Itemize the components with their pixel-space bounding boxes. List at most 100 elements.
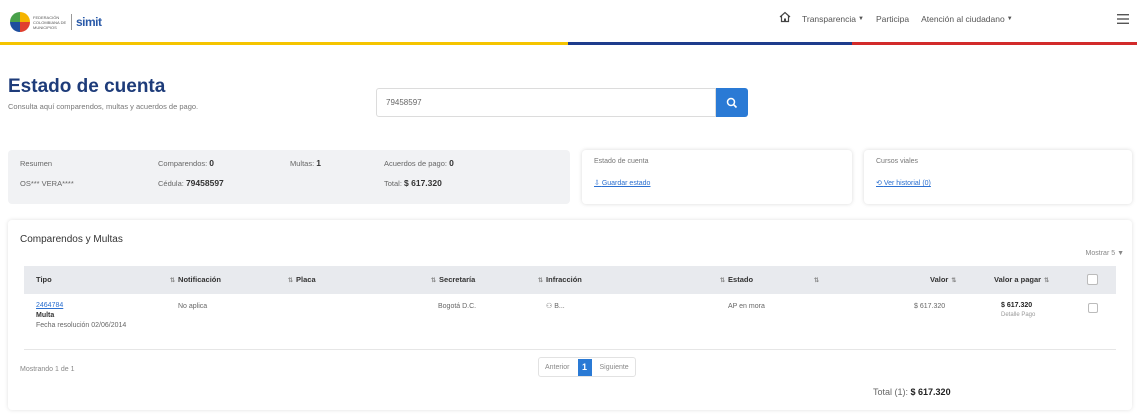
simit-logo[interactable]: FEDERACIÓN COLOMBIANA DE MUNICIPIOS simi…	[10, 12, 102, 32]
col-placa[interactable]: ⇅ Placa	[288, 275, 316, 284]
cedula-summary: Cédula: 79458597	[158, 178, 224, 188]
guardar-estado-text: Guardar estado	[601, 180, 651, 187]
masked-name: OS*** VERA****	[20, 179, 74, 188]
row-fecha: Fecha resolución 02/06/2014	[36, 322, 127, 329]
total-label: Total:	[384, 179, 402, 188]
nav-participa[interactable]: Participa	[876, 14, 909, 24]
guardar-estado-link[interactable]: ⇩ Guardar estado	[594, 179, 650, 187]
col-valor[interactable]: Valor ⇅	[930, 275, 959, 284]
estado-cuenta-label: Estado de cuenta	[594, 158, 649, 165]
col-valor-pagar[interactable]: Valor a pagar ⇅	[994, 275, 1052, 284]
page-size-select[interactable]: Mostrar 5 ▼	[1086, 250, 1124, 257]
row-valor: $ 617.320	[914, 303, 946, 310]
top-navbar: FEDERACIÓN COLOMBIANA DE MUNICIPIOS simi…	[0, 0, 1137, 42]
caret-down-icon: ▼	[1006, 16, 1013, 22]
col-valor-pagar-label: Valor a pagar	[994, 275, 1042, 284]
prev-page-button[interactable]: Anterior	[545, 364, 570, 371]
comparendo-id-link[interactable]: 2464784	[36, 302, 63, 309]
col-placa-label: Placa	[296, 275, 316, 284]
showing-count: Mostrando 1 de 1	[20, 366, 75, 373]
nav-atencion[interactable]: Atención al ciudadano ▼	[921, 14, 1013, 24]
resumen-label: Resumen	[20, 159, 53, 168]
table-header: Tipo ⇅ Notificación ⇅ Placa ⇅ Secretaría ⇅ I…	[24, 266, 1116, 294]
row-valor-pagar: $ 617.320	[1001, 302, 1033, 309]
col-tipo[interactable]: Tipo	[36, 275, 52, 284]
stripe-red	[852, 42, 1137, 45]
cursos-viales-label: Cursos viales	[876, 158, 919, 165]
select-all-checkbox[interactable]	[1087, 274, 1098, 285]
table-row: 2464784 Multa Fecha resolución 02/06/201…	[24, 294, 1116, 350]
stripe-blue	[568, 42, 852, 45]
col-estado-label: Estado	[728, 275, 754, 284]
comparendos-label: Comparendos:	[158, 159, 208, 168]
pagination: Anterior 1 Siguiente	[538, 357, 636, 377]
total-value: $ 617.320	[404, 178, 442, 188]
menu-icon[interactable]	[1116, 13, 1130, 25]
col-estado[interactable]: ⇅ Estado	[720, 275, 753, 284]
sort-icon: ⇅	[538, 278, 544, 284]
cedula-label: Cédula:	[158, 179, 184, 188]
col-secretaria[interactable]: ⇅ Secretaría	[431, 275, 475, 284]
row-infraccion[interactable]: ⚇ B...	[546, 302, 565, 310]
acuerdos-label: Acuerdos de pago:	[384, 159, 447, 168]
home-icon[interactable]	[778, 10, 792, 24]
nav-transparencia-label: Transparencia	[802, 14, 857, 24]
search-bar	[376, 88, 748, 117]
federation-emblem-icon	[10, 12, 30, 32]
row-notificacion: No aplica	[178, 303, 208, 310]
footer-total: Total (1): $ 617.320	[873, 387, 951, 397]
logo-divider	[71, 14, 72, 30]
multas-label: Multas:	[290, 159, 315, 168]
multas-summary: Multas: 1	[290, 158, 321, 168]
multas-count: 1	[316, 158, 322, 168]
person-icon: ⚇	[546, 303, 555, 310]
row-checkbox[interactable]	[1088, 303, 1098, 313]
row-infraccion-text: B...	[554, 303, 565, 310]
nav-atencion-label: Atención al ciudadano	[921, 14, 1005, 24]
next-page-button[interactable]: Siguiente	[600, 364, 629, 371]
footer-total-value: $ 617.320	[910, 387, 951, 397]
cedula-value: 79458597	[185, 178, 224, 188]
sort-icon: ⇅	[951, 278, 957, 284]
col-infraccion[interactable]: ⇅ Infracción	[538, 275, 582, 284]
flag-stripes	[0, 42, 1137, 45]
search-icon	[726, 97, 738, 108]
detalle-pago-link[interactable]: Detalle Pago	[1001, 312, 1035, 318]
col-notificacion[interactable]: ⇅ Notificación	[170, 275, 221, 284]
page-1-button[interactable]: 1	[577, 358, 592, 376]
nav-transparencia[interactable]: Transparencia ▼	[802, 14, 864, 24]
section-title: Comparendos y Multas	[20, 234, 123, 245]
col-secretaria-label: Secretaría	[439, 275, 476, 284]
search-button[interactable]	[716, 88, 748, 117]
comparendos-summary: Comparendos: 0	[158, 158, 214, 168]
cursos-viales-card: Cursos viales ⟲ Ver historial (0)	[864, 150, 1132, 204]
sort-icon: ⇅	[288, 278, 294, 284]
acuerdos-count: 0	[449, 158, 454, 168]
ver-historial-link[interactable]: ⟲ Ver historial (0)	[876, 179, 931, 187]
nav-participa-label: Participa	[875, 14, 910, 24]
download-icon: ⇩	[594, 180, 602, 187]
col-notificacion-label: Notificación	[178, 275, 221, 284]
search-input[interactable]	[376, 88, 716, 117]
page-subtitle: Consulta aquí comparendos, multas y acue…	[8, 102, 199, 111]
comparendos-multas-section: Comparendos y Multas Mostrar 5 ▼ Tipo ⇅ N…	[8, 220, 1132, 410]
sort-icon: ⇅	[814, 278, 820, 284]
sort-icon: ⇅	[170, 278, 176, 284]
row-estado: AP en mora	[728, 303, 765, 310]
acuerdos-summary: Acuerdos de pago: 0	[384, 158, 454, 168]
logo-text: FEDERACIÓN COLOMBIANA DE MUNICIPIOS	[33, 14, 67, 30]
comparendos-count: 0	[209, 158, 215, 168]
sort-icon: ⇅	[431, 278, 437, 284]
caret-down-icon: ▼	[858, 16, 864, 22]
summary-panel: Resumen OS*** VERA**** Comparendos: 0 Cé…	[8, 150, 570, 204]
history-icon: ⟲	[876, 180, 884, 187]
logo-brand: simit	[76, 15, 102, 29]
row-tipo: Multa	[36, 312, 55, 319]
sort-icon: ⇅	[720, 278, 726, 284]
ver-historial-text: Ver historial (0)	[883, 180, 931, 187]
col-estado-sort[interactable]: ⇅	[814, 275, 822, 284]
total-summary: Total: $ 617.320	[384, 178, 442, 188]
stripe-yellow	[0, 42, 568, 45]
col-infraccion-label: Infracción	[546, 275, 582, 284]
sort-icon: ⇅	[1044, 278, 1050, 284]
